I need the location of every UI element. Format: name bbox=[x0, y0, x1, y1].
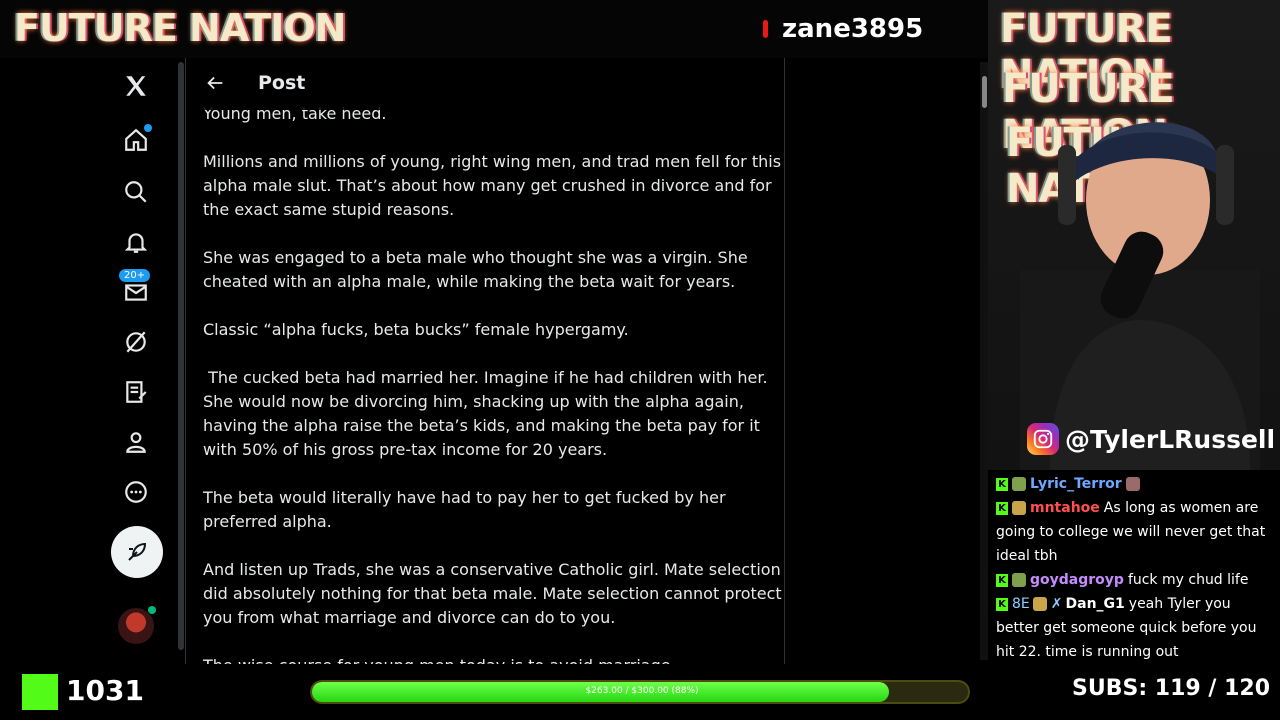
viewer-name: zane3895 bbox=[782, 14, 924, 44]
bell-icon-svg bbox=[124, 233, 148, 253]
kick-badge-icon: K bbox=[996, 597, 1008, 611]
badge-icon bbox=[1012, 573, 1026, 587]
page-title: Post bbox=[258, 72, 306, 94]
grok-icon-svg bbox=[126, 331, 146, 353]
post-paragraph: The wise course for young men today is t… bbox=[203, 654, 783, 664]
lists-icon[interactable] bbox=[116, 372, 156, 412]
subs-counter: SUBS: 119 / 120 bbox=[1072, 676, 1270, 701]
x-sidebar-nav: 20+ bbox=[100, 58, 172, 664]
chat-badge-text: 8E bbox=[1012, 596, 1030, 612]
streamer-webcam-image bbox=[1020, 122, 1260, 470]
badge-icon bbox=[1012, 477, 1026, 491]
post-paragraph: The beta would literally have had to pay… bbox=[203, 488, 731, 531]
webcam-panel: FUTURE NATION FUTURE NATION FUTURE NATIO… bbox=[988, 0, 1280, 470]
grok-icon[interactable] bbox=[116, 322, 156, 362]
kick-badge-icon: K bbox=[996, 477, 1008, 491]
subs-value: 119 / 120 bbox=[1154, 676, 1270, 701]
page-scrollbar-thumb[interactable] bbox=[982, 76, 987, 108]
donation-goal-label: $263.00 / $300.00 (88%) bbox=[585, 686, 699, 696]
x-logo-icon-svg bbox=[126, 76, 146, 96]
chat-panel: K Lyric_Terror Kmntahoe As long as women a… bbox=[988, 470, 1280, 664]
post-header: Post bbox=[186, 58, 784, 110]
bell-icon[interactable] bbox=[116, 222, 156, 262]
home-icon[interactable] bbox=[116, 120, 156, 160]
chat-username[interactable]: goydagroyp bbox=[1030, 572, 1124, 588]
donation-goal-bar: $263.00 / $300.00 (88%) bbox=[310, 680, 970, 704]
search-icon-svg bbox=[125, 181, 147, 203]
feather-icon bbox=[128, 542, 147, 561]
sword-icon: ✗ bbox=[1050, 596, 1063, 612]
compose-post-button[interactable] bbox=[111, 526, 163, 578]
instagram-handle: @TylerLRussell bbox=[1027, 422, 1275, 456]
subs-label: SUBS: bbox=[1072, 676, 1148, 701]
x-logo-icon[interactable] bbox=[116, 66, 156, 106]
post-text: Young men, take heed. Millions and milli… bbox=[203, 102, 783, 664]
badge-icon bbox=[1032, 597, 1047, 611]
chat-username[interactable]: mntahoe bbox=[1030, 500, 1100, 516]
instagram-icon bbox=[1027, 423, 1059, 455]
kick-badge-icon: K bbox=[996, 501, 1008, 515]
stream-bottom-bar: 1031 $263.00 / $300.00 (88%) SUBS: 119 /… bbox=[0, 664, 1280, 720]
page-scrollbar-track[interactable] bbox=[980, 62, 988, 660]
post-paragraph: And listen up Trads, she was a conservat… bbox=[203, 560, 782, 627]
kick-badge-icon: K bbox=[996, 573, 1008, 587]
home-notification-dot bbox=[144, 124, 152, 132]
chat-message: K 8E ✗ Dan_G1 yeah Tyler you better get some… bbox=[996, 592, 1272, 664]
badge-icon bbox=[1012, 501, 1026, 515]
account-status-dot bbox=[148, 606, 156, 614]
sidebar-scrollbar[interactable] bbox=[178, 62, 184, 650]
chat-message: K Lyric_Terror bbox=[996, 472, 1272, 496]
post-paragraph: Millions and millions of young, right wi… bbox=[203, 152, 782, 219]
post-paragraph: She was engaged to a beta male who thoug… bbox=[203, 248, 753, 291]
chat-text: fuck my chud life bbox=[1127, 572, 1249, 588]
lists-icon-svg bbox=[126, 381, 147, 403]
instagram-handle-text: @TylerLRussell bbox=[1065, 424, 1276, 454]
kick-logo-icon bbox=[22, 674, 58, 710]
chat-message: Kgoydagroyp fuck my chud life bbox=[996, 568, 1272, 592]
post-detail-column: Young men, take heed. Millions and milli… bbox=[185, 58, 785, 664]
emote-icon bbox=[1125, 477, 1140, 491]
chat-message: Kmntahoe As long as women are going to co… bbox=[996, 496, 1272, 568]
chat-username[interactable]: Lyric_Terror bbox=[1030, 476, 1122, 492]
x-app-window: 20+ Young men, take heed. Millions and m… bbox=[0, 58, 988, 664]
back-arrow-icon[interactable] bbox=[204, 72, 226, 94]
messages-count-badge: 20+ bbox=[118, 268, 152, 283]
search-icon[interactable] bbox=[116, 172, 156, 212]
stream-brand-logo: FUTURE NATION bbox=[14, 6, 346, 50]
mail-icon[interactable]: 20+ bbox=[116, 268, 156, 312]
stream-top-bar: FUTURE NATION zane3895 bbox=[0, 0, 988, 58]
post-paragraph: The cucked beta had married her. Imagine… bbox=[203, 368, 773, 459]
kick-follower-count: 1031 bbox=[66, 674, 144, 707]
account-avatar[interactable] bbox=[118, 608, 154, 644]
more-icon[interactable] bbox=[116, 472, 156, 512]
profile-icon[interactable] bbox=[116, 422, 156, 462]
live-indicator bbox=[763, 20, 768, 38]
more-icon-svg bbox=[125, 481, 147, 503]
instagram-glyph bbox=[1033, 429, 1053, 449]
chat-username[interactable]: Dan_G1 bbox=[1066, 596, 1125, 612]
profile-icon-svg bbox=[126, 432, 146, 453]
post-paragraph: Classic “alpha fucks, beta bucks” female… bbox=[203, 320, 629, 339]
